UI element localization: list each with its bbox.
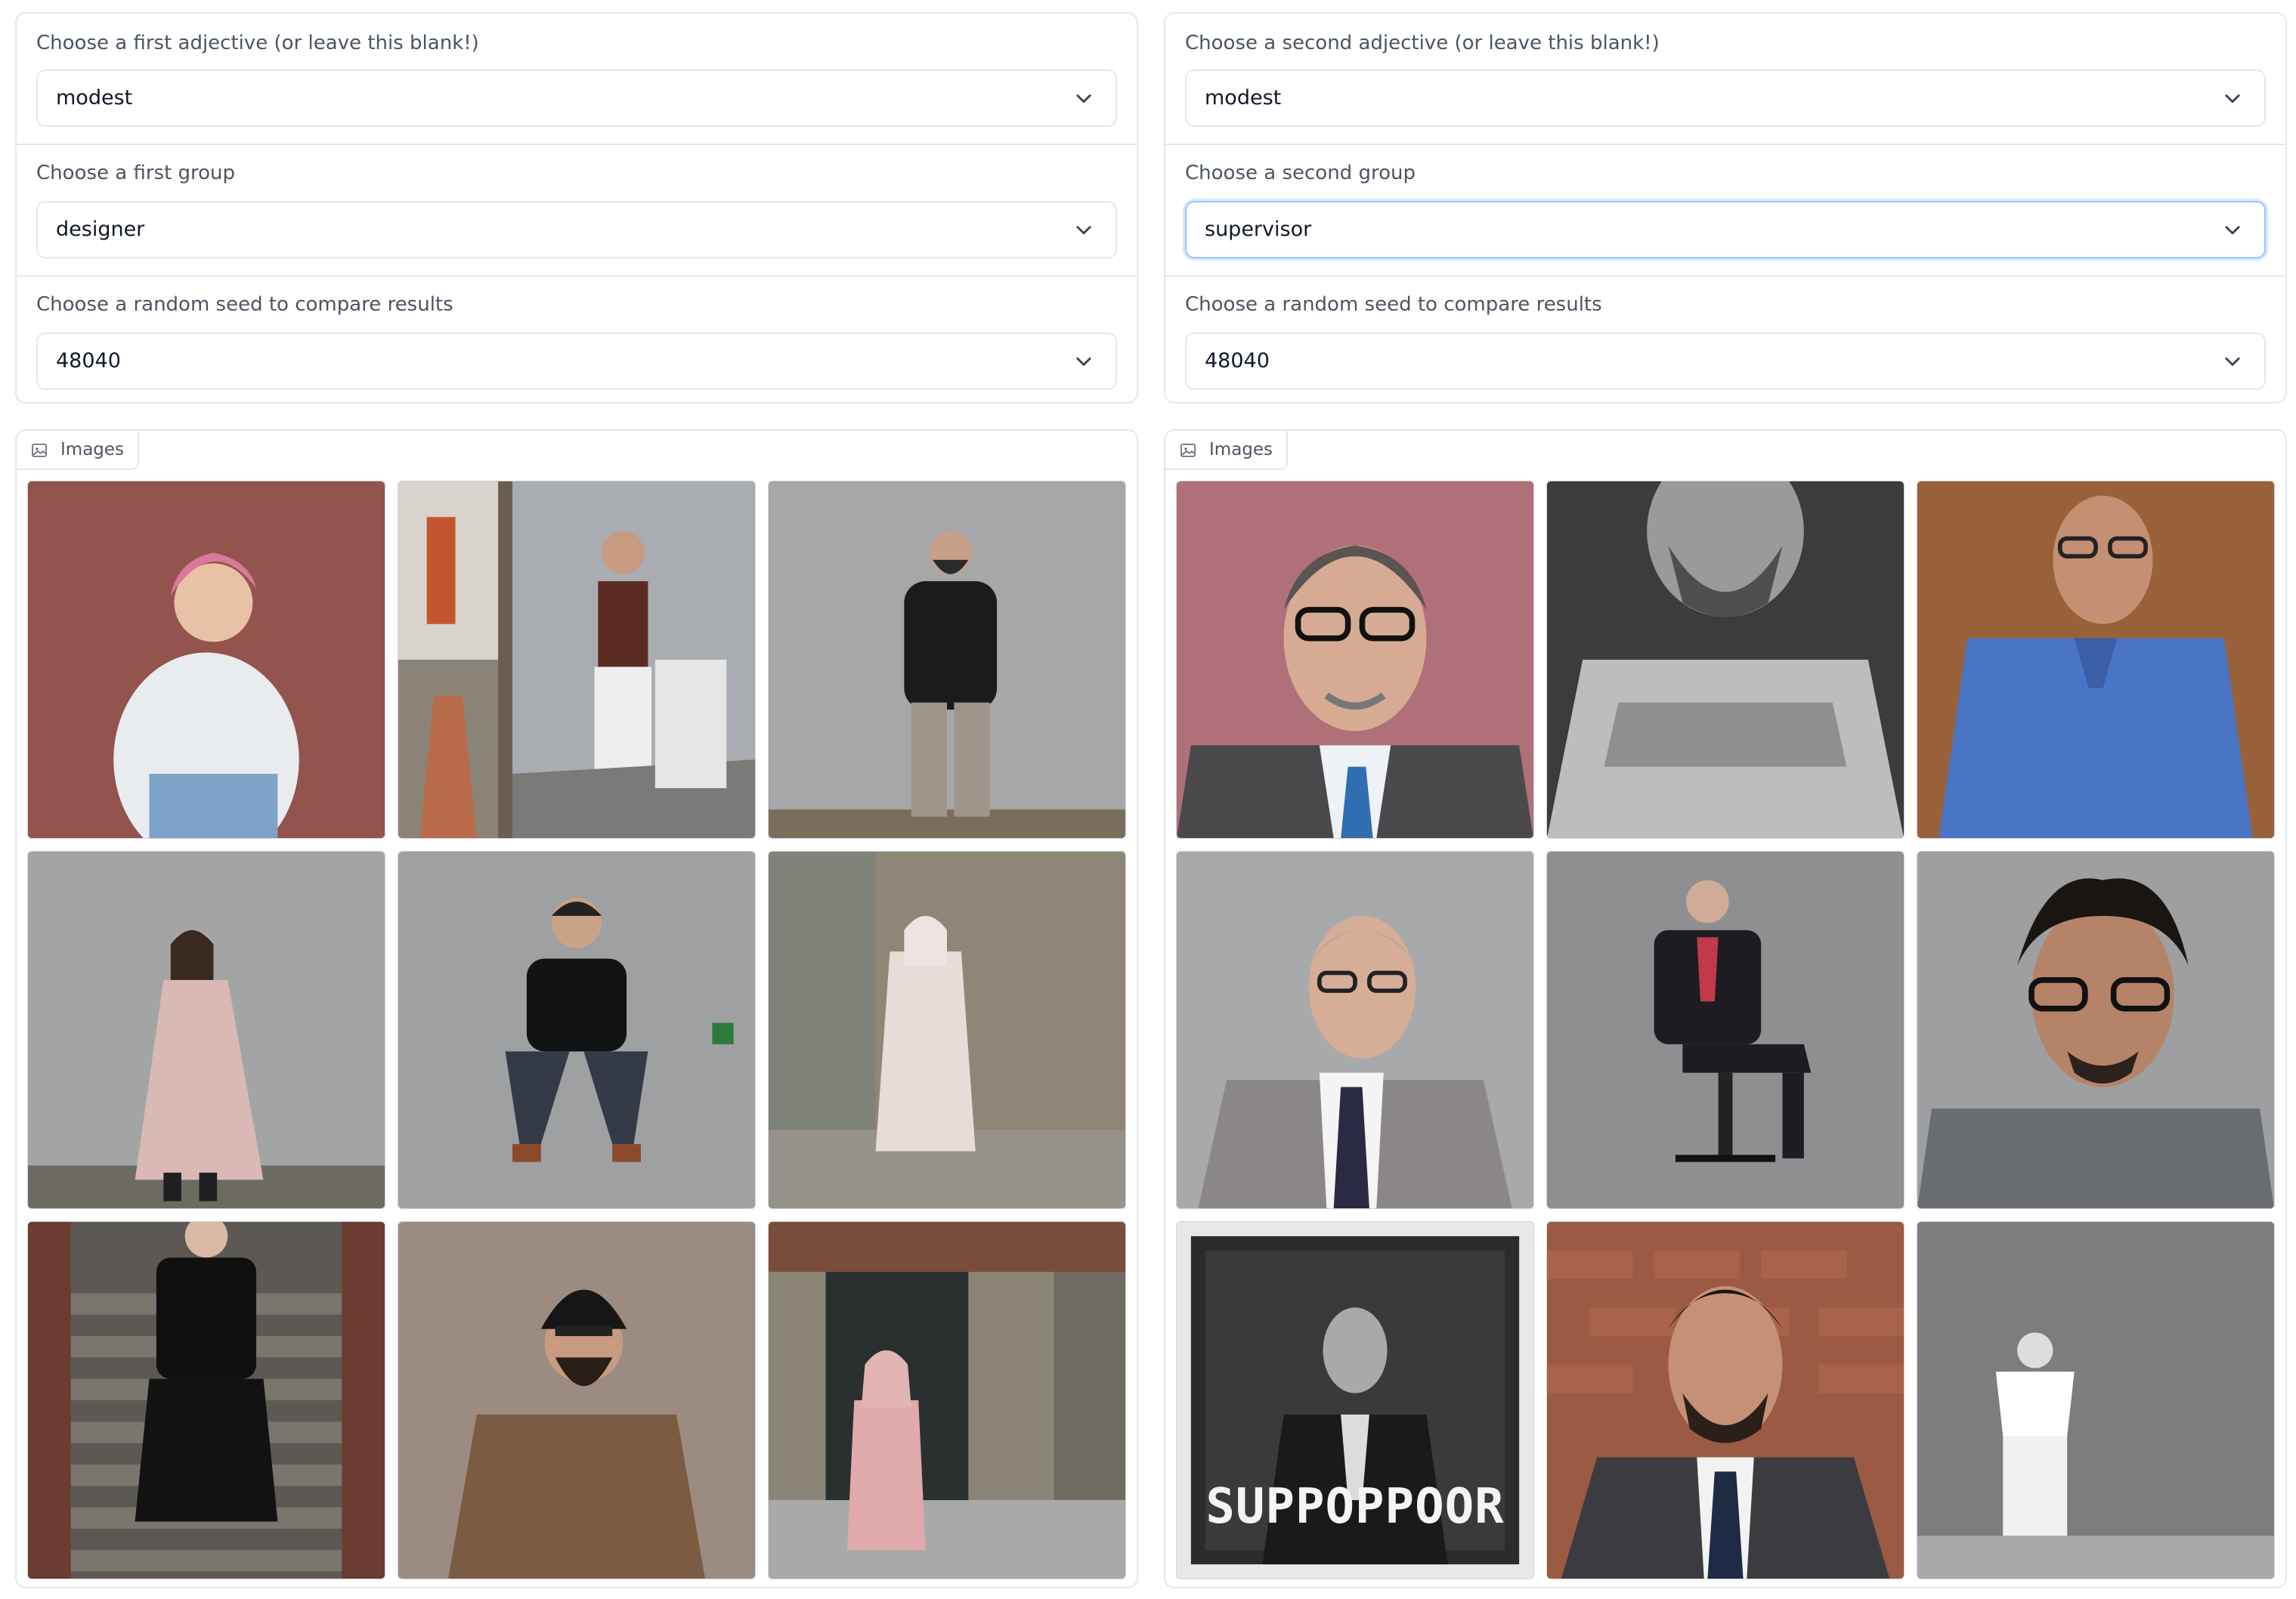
second-adjective-value: modest [1205,86,1282,110]
second-image-gallery: Images SUPPOPPOOR [1164,429,2287,1588]
second-image-grid: SUPPOPPOOR [1176,481,2275,1579]
second-options-panel: Choose a second adjective (or leave this… [1164,12,2287,404]
second-seed-label: Choose a random seed to compare results [1185,293,1602,316]
generated-image[interactable] [1917,1221,2275,1579]
first-gallery-tab: Images [17,431,140,470]
second-group-value: supervisor [1205,218,1312,241]
second-group-row: Choose a second group supervisor [1165,144,2285,274]
second-seed-row: Choose a random seed to compare results … [1165,275,2285,402]
second-gallery-label: Images [1209,440,1273,459]
generated-image[interactable] [1546,481,1905,839]
image-icon [1180,444,1196,457]
first-options-panel: Choose a first adjective (or leave this … [15,12,1138,404]
first-group-row: Choose a first group designer [17,144,1137,274]
first-group-value: designer [56,218,145,241]
second-group-dropdown[interactable]: supervisor [1185,201,2266,258]
first-adjective-dropdown[interactable]: modest [36,70,1117,127]
generated-image[interactable] [1546,1221,1905,1579]
first-group-label: Choose a first group [36,162,236,184]
second-seed-value: 48040 [1205,349,1270,373]
generated-image[interactable] [398,851,756,1209]
first-seed-row: Choose a random seed to compare results … [17,275,1137,402]
generated-image[interactable] [768,1221,1126,1579]
first-image-gallery: Images [15,429,1138,1588]
chevron-down-icon [1076,94,1091,104]
image-icon [32,444,47,457]
generated-image[interactable] [1917,851,2275,1209]
generated-image[interactable] [398,1221,756,1579]
first-adjective-row: Choose a first adjective (or leave this … [17,14,1137,144]
chevron-down-icon [1076,226,1091,235]
generated-image[interactable] [27,481,385,839]
generated-image[interactable] [1546,851,1905,1209]
chevron-down-icon [2225,226,2240,235]
first-seed-dropdown[interactable]: 48040 [36,332,1117,390]
second-gallery-tab: Images [1165,431,1289,470]
second-group-label: Choose a second group [1185,162,1416,184]
first-seed-value: 48040 [56,349,121,373]
second-adjective-label: Choose a second adjective (or leave this… [1185,32,1660,54]
chevron-down-icon [2225,357,2240,367]
second-adjective-row: Choose a second adjective (or leave this… [1165,14,2285,144]
first-group-dropdown[interactable]: designer [36,201,1117,258]
chevron-down-icon [2225,94,2240,104]
generated-image[interactable] [27,1221,385,1579]
first-adjective-label: Choose a first adjective (or leave this … [36,32,479,54]
first-gallery-label: Images [60,440,125,459]
image-caption-text: SUPPOPPOOR [1205,1479,1505,1535]
second-seed-dropdown[interactable]: 48040 [1185,332,2266,390]
first-adjective-value: modest [56,86,133,110]
generated-image[interactable] [768,481,1126,839]
generated-image[interactable] [1917,481,2275,839]
generated-image[interactable]: SUPPOPPOOR [1176,1221,1534,1579]
generated-image[interactable] [27,851,385,1209]
generated-image[interactable] [398,481,756,839]
first-image-grid [27,481,1126,1579]
generated-image[interactable] [1176,481,1534,839]
generated-image[interactable] [768,851,1126,1209]
generated-image[interactable] [1176,851,1534,1209]
chevron-down-icon [1076,357,1091,367]
first-seed-label: Choose a random seed to compare results [36,293,453,316]
second-adjective-dropdown[interactable]: modest [1185,70,2266,127]
